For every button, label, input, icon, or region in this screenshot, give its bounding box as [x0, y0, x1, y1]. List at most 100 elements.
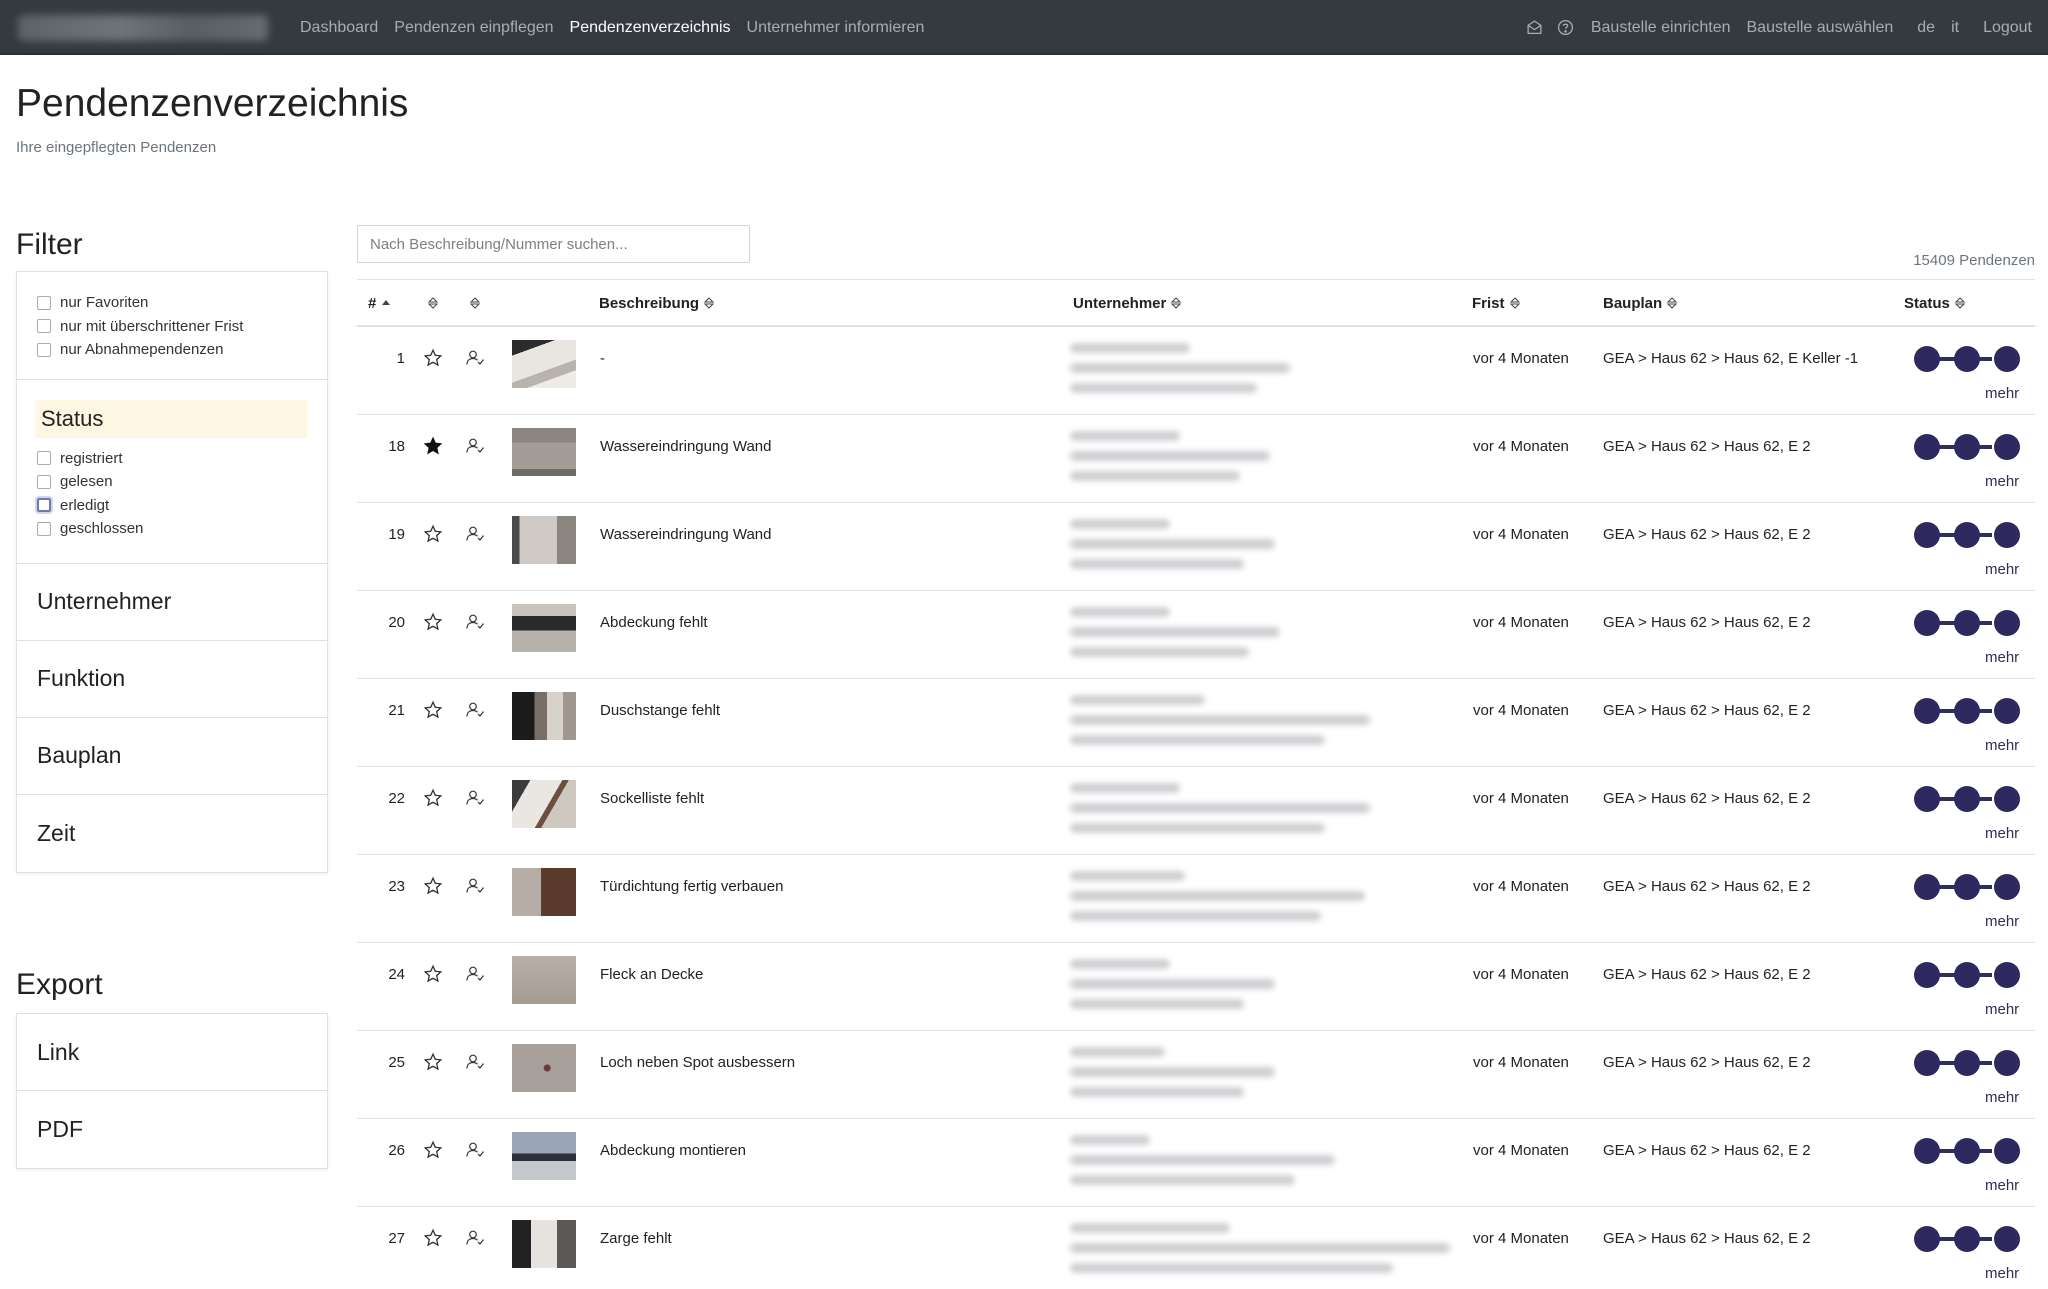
mehr-link[interactable]: mehr — [1985, 1001, 2019, 1018]
photo-thumbnail[interactable] — [512, 428, 576, 476]
status-heading[interactable]: Status — [35, 399, 307, 438]
lang-it[interactable]: it — [1951, 19, 1959, 37]
beschreibung[interactable]: Wassereindringung Wand — [600, 526, 771, 543]
beschreibung[interactable]: Loch neben Spot ausbessern — [600, 1054, 795, 1071]
col-unternehmer[interactable]: Unternehmer — [1073, 280, 1182, 326]
checkbox[interactable] — [37, 342, 51, 357]
status-gelesen[interactable]: gelesen — [37, 470, 327, 494]
mehr-link[interactable]: mehr — [1985, 473, 2019, 490]
table-row[interactable]: 19 Wassereindringung Wand vor 4 Monaten GEA… — [357, 503, 2035, 591]
table-row[interactable]: 25 Loch neben Spot ausbessern vor 4 Monate… — [357, 1031, 2035, 1119]
status-erledigt[interactable]: erledigt — [37, 494, 327, 518]
favorite-star-icon[interactable] — [423, 964, 445, 986]
export-pdf[interactable]: PDF — [17, 1091, 327, 1168]
status-geschlossen[interactable]: geschlossen — [37, 517, 327, 541]
status-registriert[interactable]: registriert — [37, 447, 327, 471]
beschreibung[interactable]: Türdichtung fertig verbauen — [600, 878, 783, 895]
col-beschreibung[interactable]: Beschreibung — [599, 280, 715, 326]
nav-unternehmer-informieren[interactable]: Unternehmer informieren — [747, 19, 925, 37]
photo-thumbnail[interactable] — [512, 692, 576, 740]
beschreibung[interactable]: Wassereindringung Wand — [600, 438, 771, 455]
status-progress[interactable] — [1914, 1225, 2020, 1253]
favorite-star-icon[interactable] — [423, 436, 445, 458]
favorite-star-icon[interactable] — [423, 1052, 445, 1074]
filter-bauplan[interactable]: Bauplan — [17, 718, 327, 795]
photo-thumbnail[interactable] — [512, 1044, 576, 1092]
photo-thumbnail[interactable] — [512, 780, 576, 828]
filter-unternehmer[interactable]: Unternehmer — [17, 564, 327, 641]
assign-user-icon[interactable] — [465, 788, 487, 810]
table-row[interactable]: 18 Wassereindringung Wand vor 4 Monaten GEA… — [357, 415, 2035, 503]
assign-user-icon[interactable] — [465, 612, 487, 634]
mehr-link[interactable]: mehr — [1985, 1265, 2019, 1282]
checkbox[interactable] — [37, 498, 51, 513]
filter-ueberschrittene-frist[interactable]: nur mit überschrittener Frist — [37, 315, 327, 339]
mehr-link[interactable]: mehr — [1985, 1089, 2019, 1106]
assign-user-icon[interactable] — [465, 876, 487, 898]
table-row[interactable]: 26 Abdeckung montieren vor 4 Monaten GEA > … — [357, 1119, 2035, 1207]
status-progress[interactable] — [1914, 1137, 2020, 1165]
col-status[interactable]: Status — [1904, 280, 1966, 326]
mehr-link[interactable]: mehr — [1985, 913, 2019, 930]
status-progress[interactable] — [1914, 1049, 2020, 1077]
favorite-star-icon[interactable] — [423, 612, 445, 634]
favorite-star-icon[interactable] — [423, 700, 445, 722]
status-progress[interactable] — [1914, 961, 2020, 989]
filter-abnahmependenzen[interactable]: nur Abnahmependenzen — [37, 338, 327, 362]
photo-thumbnail[interactable] — [512, 1220, 576, 1268]
photo-thumbnail[interactable] — [512, 516, 576, 564]
status-progress[interactable] — [1914, 785, 2020, 813]
col-assign-sort[interactable] — [465, 280, 481, 326]
favorite-star-icon[interactable] — [423, 524, 445, 546]
photo-thumbnail[interactable] — [512, 868, 576, 916]
assign-user-icon[interactable] — [465, 1140, 487, 1162]
table-row[interactable]: 24 Fleck an Decke vor 4 Monaten GEA > Haus … — [357, 943, 2035, 1031]
favorite-star-icon[interactable] — [423, 876, 445, 898]
table-row[interactable]: 27 Zarge fehlt vor 4 Monaten GEA > Haus 62 … — [357, 1207, 2035, 1289]
nav-pendenzenverzeichnis[interactable]: Pendenzenverzeichnis — [570, 19, 731, 37]
checkbox[interactable] — [37, 474, 51, 489]
mehr-link[interactable]: mehr — [1985, 649, 2019, 666]
filter-funktion[interactable]: Funktion — [17, 641, 327, 718]
beschreibung[interactable]: - — [600, 350, 605, 367]
nav-baustelle-auswaehlen[interactable]: Baustelle auswählen — [1747, 19, 1894, 37]
nav-baustelle-einrichten[interactable]: Baustelle einrichten — [1591, 19, 1731, 37]
col-frist[interactable]: Frist — [1472, 280, 1521, 326]
assign-user-icon[interactable] — [465, 964, 487, 986]
beschreibung[interactable]: Duschstange fehlt — [600, 702, 720, 719]
favorite-star-icon[interactable] — [423, 1228, 445, 1250]
mehr-link[interactable]: mehr — [1985, 561, 2019, 578]
mehr-link[interactable]: mehr — [1985, 1177, 2019, 1194]
col-favorite-sort[interactable] — [423, 280, 439, 326]
nav-dashboard[interactable]: Dashboard — [300, 19, 378, 37]
filter-zeit[interactable]: Zeit — [17, 795, 327, 872]
status-progress[interactable] — [1914, 521, 2020, 549]
col-number[interactable]: # — [368, 280, 392, 326]
photo-thumbnail[interactable] — [512, 1132, 576, 1180]
assign-user-icon[interactable] — [465, 700, 487, 722]
assign-user-icon[interactable] — [465, 524, 487, 546]
beschreibung[interactable]: Zarge fehlt — [600, 1230, 672, 1247]
brand-logo[interactable] — [18, 15, 268, 41]
favorite-star-icon[interactable] — [423, 1140, 445, 1162]
status-progress[interactable] — [1914, 609, 2020, 637]
envelope-icon[interactable] — [1526, 19, 1544, 37]
beschreibung[interactable]: Abdeckung fehlt — [600, 614, 708, 631]
assign-user-icon[interactable] — [465, 436, 487, 458]
favorite-star-icon[interactable] — [423, 788, 445, 810]
table-row[interactable]: 21 Duschstange fehlt vor 4 Monaten GEA > Ha… — [357, 679, 2035, 767]
logout-link[interactable]: Logout — [1983, 19, 2032, 37]
nav-pendenzen-einpflegen[interactable]: Pendenzen einpflegen — [394, 19, 553, 37]
beschreibung[interactable]: Sockelliste fehlt — [600, 790, 704, 807]
status-progress[interactable] — [1914, 873, 2020, 901]
assign-user-icon[interactable] — [465, 1228, 487, 1250]
assign-user-icon[interactable] — [465, 348, 487, 370]
table-row[interactable]: 20 Abdeckung fehlt vor 4 Monaten GEA > Haus… — [357, 591, 2035, 679]
favorite-star-icon[interactable] — [423, 348, 445, 370]
status-progress[interactable] — [1914, 433, 2020, 461]
photo-thumbnail[interactable] — [512, 340, 576, 388]
help-icon[interactable] — [1557, 19, 1575, 37]
checkbox[interactable] — [37, 295, 51, 310]
checkbox[interactable] — [37, 521, 51, 536]
col-bauplan[interactable]: Bauplan — [1603, 280, 1678, 326]
